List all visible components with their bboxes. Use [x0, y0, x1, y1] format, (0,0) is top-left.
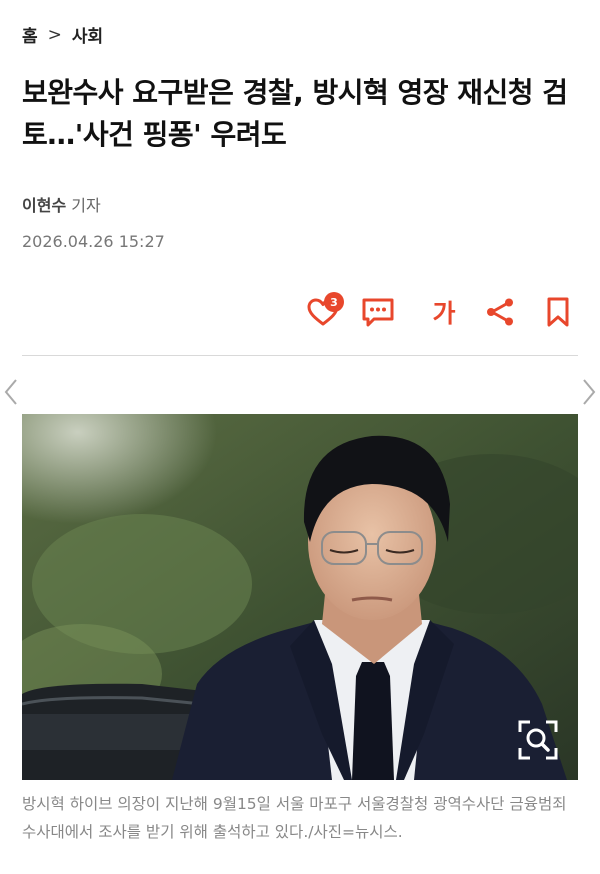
- photo-image: [22, 414, 578, 780]
- article-photo[interactable]: [22, 414, 578, 780]
- breadcrumb: 홈 > 사회: [22, 22, 103, 48]
- comment-icon: [362, 298, 394, 327]
- like-button[interactable]: 3: [296, 292, 350, 330]
- zoom-search-icon: [518, 720, 558, 760]
- photo-caption: 방시혁 하이브 의장이 지난해 9월15일 서울 마포구 서울경찰청 광역수사단…: [22, 795, 567, 841]
- font-size-icon: 가: [432, 299, 456, 328]
- zoom-photo-button[interactable]: [516, 718, 560, 762]
- header-divider: [22, 355, 578, 356]
- article-action-bar: 3 가: [296, 292, 578, 330]
- publish-date: 2026.04.26 15:27: [22, 232, 165, 251]
- author-byline: 이현수 기자: [22, 192, 101, 216]
- breadcrumb-section-link[interactable]: 사회: [72, 22, 103, 47]
- bookmark-icon: [547, 297, 569, 327]
- chevron-right-icon[interactable]: [582, 378, 596, 406]
- share-icon: [487, 298, 513, 326]
- chevron-left-icon[interactable]: [4, 378, 18, 406]
- author-role: 기자: [71, 196, 101, 215]
- comment-button[interactable]: [358, 294, 398, 330]
- breadcrumb-home-link[interactable]: 홈: [22, 22, 38, 47]
- share-button[interactable]: [480, 294, 520, 330]
- article-title: 보완수사 요구받은 경찰, 방시혁 영장 재신청 검토…'사건 핑퐁' 우려도: [22, 76, 568, 151]
- bookmark-button[interactable]: [540, 294, 576, 330]
- author-name[interactable]: 이현수: [22, 196, 66, 215]
- like-count-badge: 3: [324, 292, 344, 312]
- font-size-button[interactable]: 가: [424, 294, 464, 330]
- breadcrumb-separator: >: [47, 24, 62, 45]
